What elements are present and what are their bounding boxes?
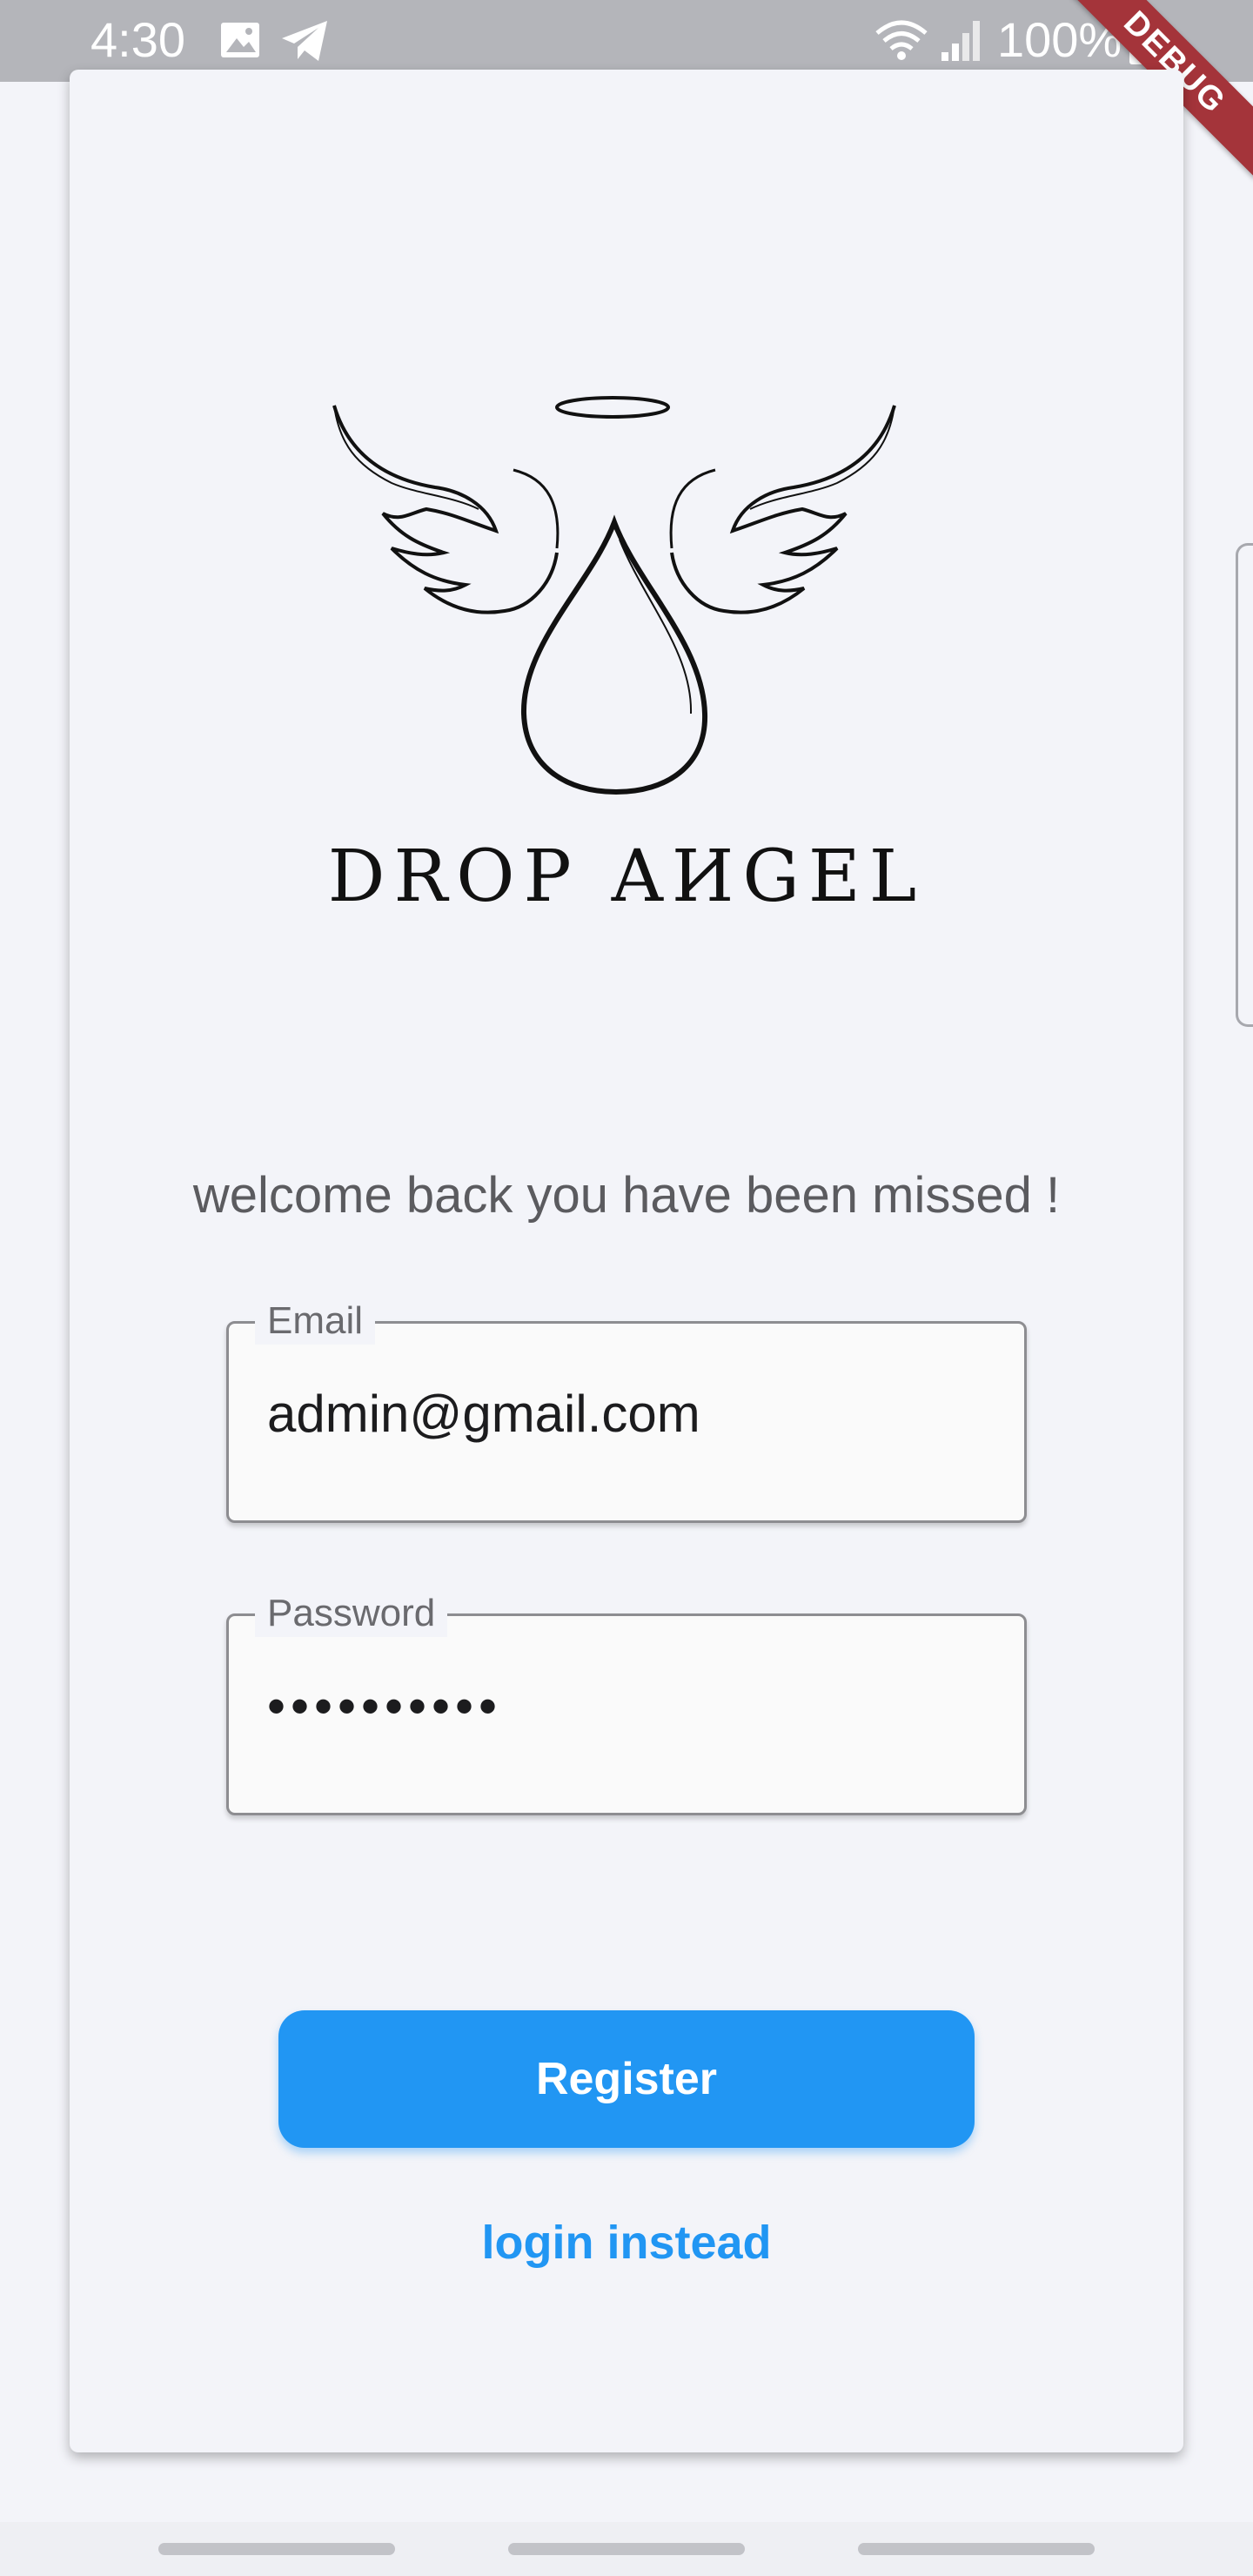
password-label: Password (255, 1590, 448, 1637)
password-value[interactable]: •••••••••• (267, 1675, 502, 1738)
image-icon (221, 23, 259, 57)
email-value[interactable]: admin@gmail.com (267, 1383, 700, 1446)
status-time: 4:30 (90, 12, 185, 67)
email-field[interactable]: Email admin@gmail.com (226, 1298, 1027, 1523)
register-button[interactable]: Register (278, 2010, 975, 2148)
login-instead-link[interactable]: login instead (0, 2216, 1253, 2270)
nav-back-button[interactable] (858, 2543, 1095, 2555)
angel-drop-logo-icon (332, 396, 896, 795)
wifi-icon (875, 20, 928, 60)
side-drawer-handle[interactable] (1236, 543, 1253, 1027)
system-nav-bar (0, 2522, 1253, 2576)
password-field[interactable]: Password •••••••••• (226, 1590, 1027, 1815)
signal-icon (941, 21, 980, 61)
telegram-icon (282, 21, 327, 61)
welcome-message: welcome back you have been missed ! (192, 1167, 1061, 1224)
nav-recents-button[interactable] (158, 2543, 395, 2555)
email-label: Email (255, 1298, 376, 1345)
nav-home-button[interactable] (508, 2543, 745, 2555)
logo-wordmark: DROP AИGEL (327, 835, 926, 918)
